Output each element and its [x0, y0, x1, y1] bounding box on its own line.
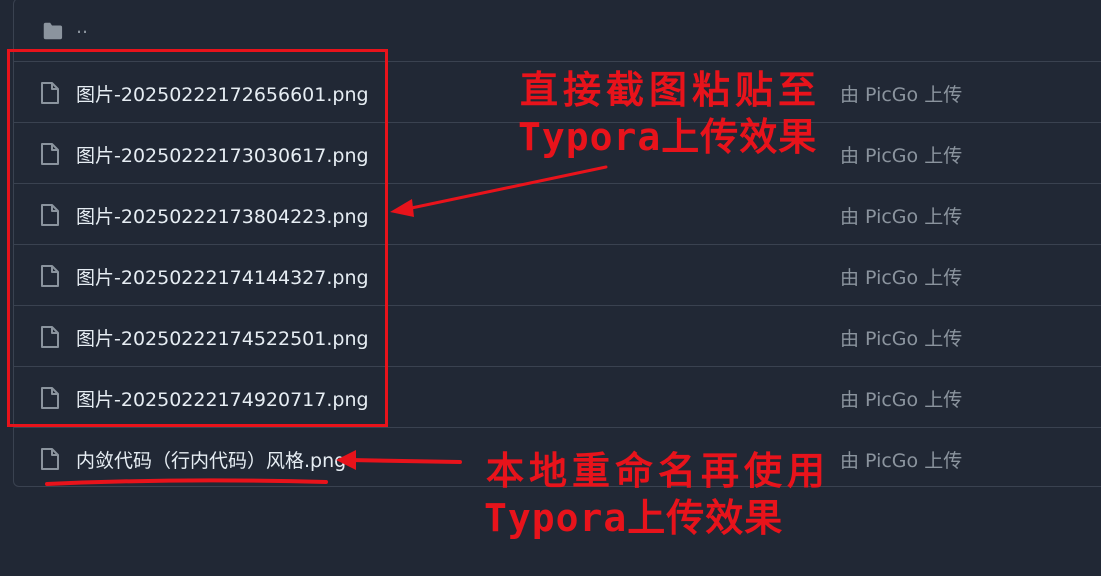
file-name-link[interactable]: 图片-20250222173804223.png: [76, 202, 369, 229]
file-row[interactable]: 图片-20250222174144327.png 由 PicGo 上传: [14, 244, 1101, 305]
commit-message-link[interactable]: 由 PicGo 上传: [840, 263, 962, 290]
parent-directory-label[interactable]: ..: [76, 16, 88, 38]
file-row[interactable]: 图片-20250222174920717.png 由 PicGo 上传: [14, 366, 1101, 427]
file-name-link[interactable]: 图片-20250222174920717.png: [76, 385, 369, 412]
file-row[interactable]: 图片-20250222172656601.png 由 PicGo 上传: [14, 61, 1101, 122]
commit-message-link[interactable]: 由 PicGo 上传: [840, 141, 962, 168]
parent-directory-row[interactable]: ..: [14, 0, 1101, 61]
file-name-link[interactable]: 内敛代码（行内代码）风格.png: [76, 446, 346, 473]
commit-message-link[interactable]: 由 PicGo 上传: [840, 80, 962, 107]
commit-message-link[interactable]: 由 PicGo 上传: [840, 385, 962, 412]
file-icon: [41, 265, 59, 287]
file-icon: [41, 326, 59, 348]
folder-icon: [43, 22, 63, 40]
file-icon: [41, 204, 59, 226]
file-row[interactable]: 图片-20250222173030617.png 由 PicGo 上传: [14, 122, 1101, 183]
file-row[interactable]: 内敛代码（行内代码）风格.png 由 PicGo 上传: [14, 427, 1101, 488]
file-row[interactable]: 图片-20250222173804223.png 由 PicGo 上传: [14, 183, 1101, 244]
commit-message-link[interactable]: 由 PicGo 上传: [840, 324, 962, 351]
file-name-link[interactable]: 图片-20250222174522501.png: [76, 324, 369, 351]
commit-message-link[interactable]: 由 PicGo 上传: [840, 446, 962, 473]
file-icon: [41, 82, 59, 104]
file-row[interactable]: 图片-20250222174522501.png 由 PicGo 上传: [14, 305, 1101, 366]
file-icon: [41, 143, 59, 165]
file-icon: [41, 448, 59, 470]
file-name-link[interactable]: 图片-20250222174144327.png: [76, 263, 369, 290]
file-icon: [41, 387, 59, 409]
commit-message-link[interactable]: 由 PicGo 上传: [840, 202, 962, 229]
file-name-link[interactable]: 图片-20250222173030617.png: [76, 141, 369, 168]
annotation-bottom-line2: Typora上传效果: [484, 496, 784, 540]
file-name-link[interactable]: 图片-20250222172656601.png: [76, 80, 369, 107]
